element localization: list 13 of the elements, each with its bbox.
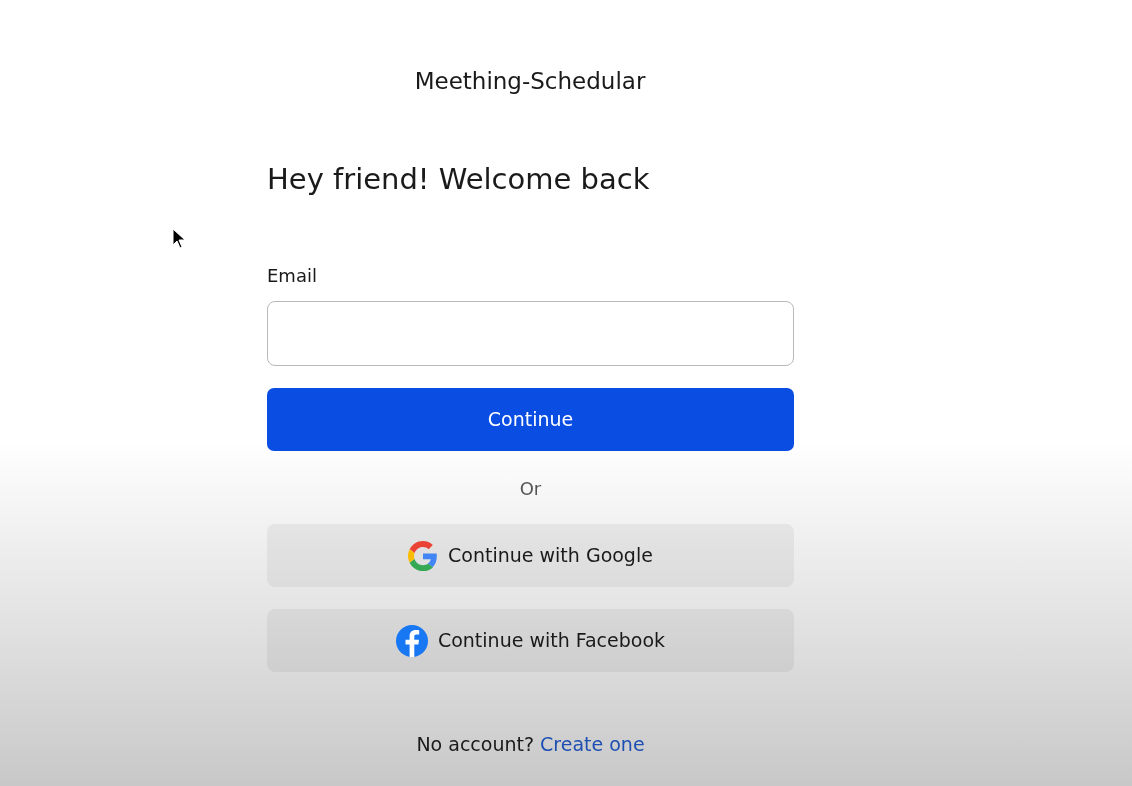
field-label: Email — [267, 264, 317, 288]
create-account-link[interactable]: Create one — [540, 733, 645, 755]
app-title: Meething-Schedular — [413, 67, 647, 96]
continue-button[interactable]: Continue — [267, 388, 794, 451]
facebook-icon — [395, 624, 428, 657]
divider-text: Or — [518, 477, 543, 501]
google-icon — [408, 540, 439, 571]
footer-text: No account? — [416, 733, 535, 755]
google-login-button[interactable]: Continue with Google — [267, 524, 794, 587]
cursor-icon — [172, 228, 186, 250]
page-heading: Hey friend! Welcome back — [267, 162, 651, 198]
facebook-login-button[interactable]: Continue with Facebook — [267, 609, 794, 672]
email-field[interactable] — [267, 301, 794, 366]
